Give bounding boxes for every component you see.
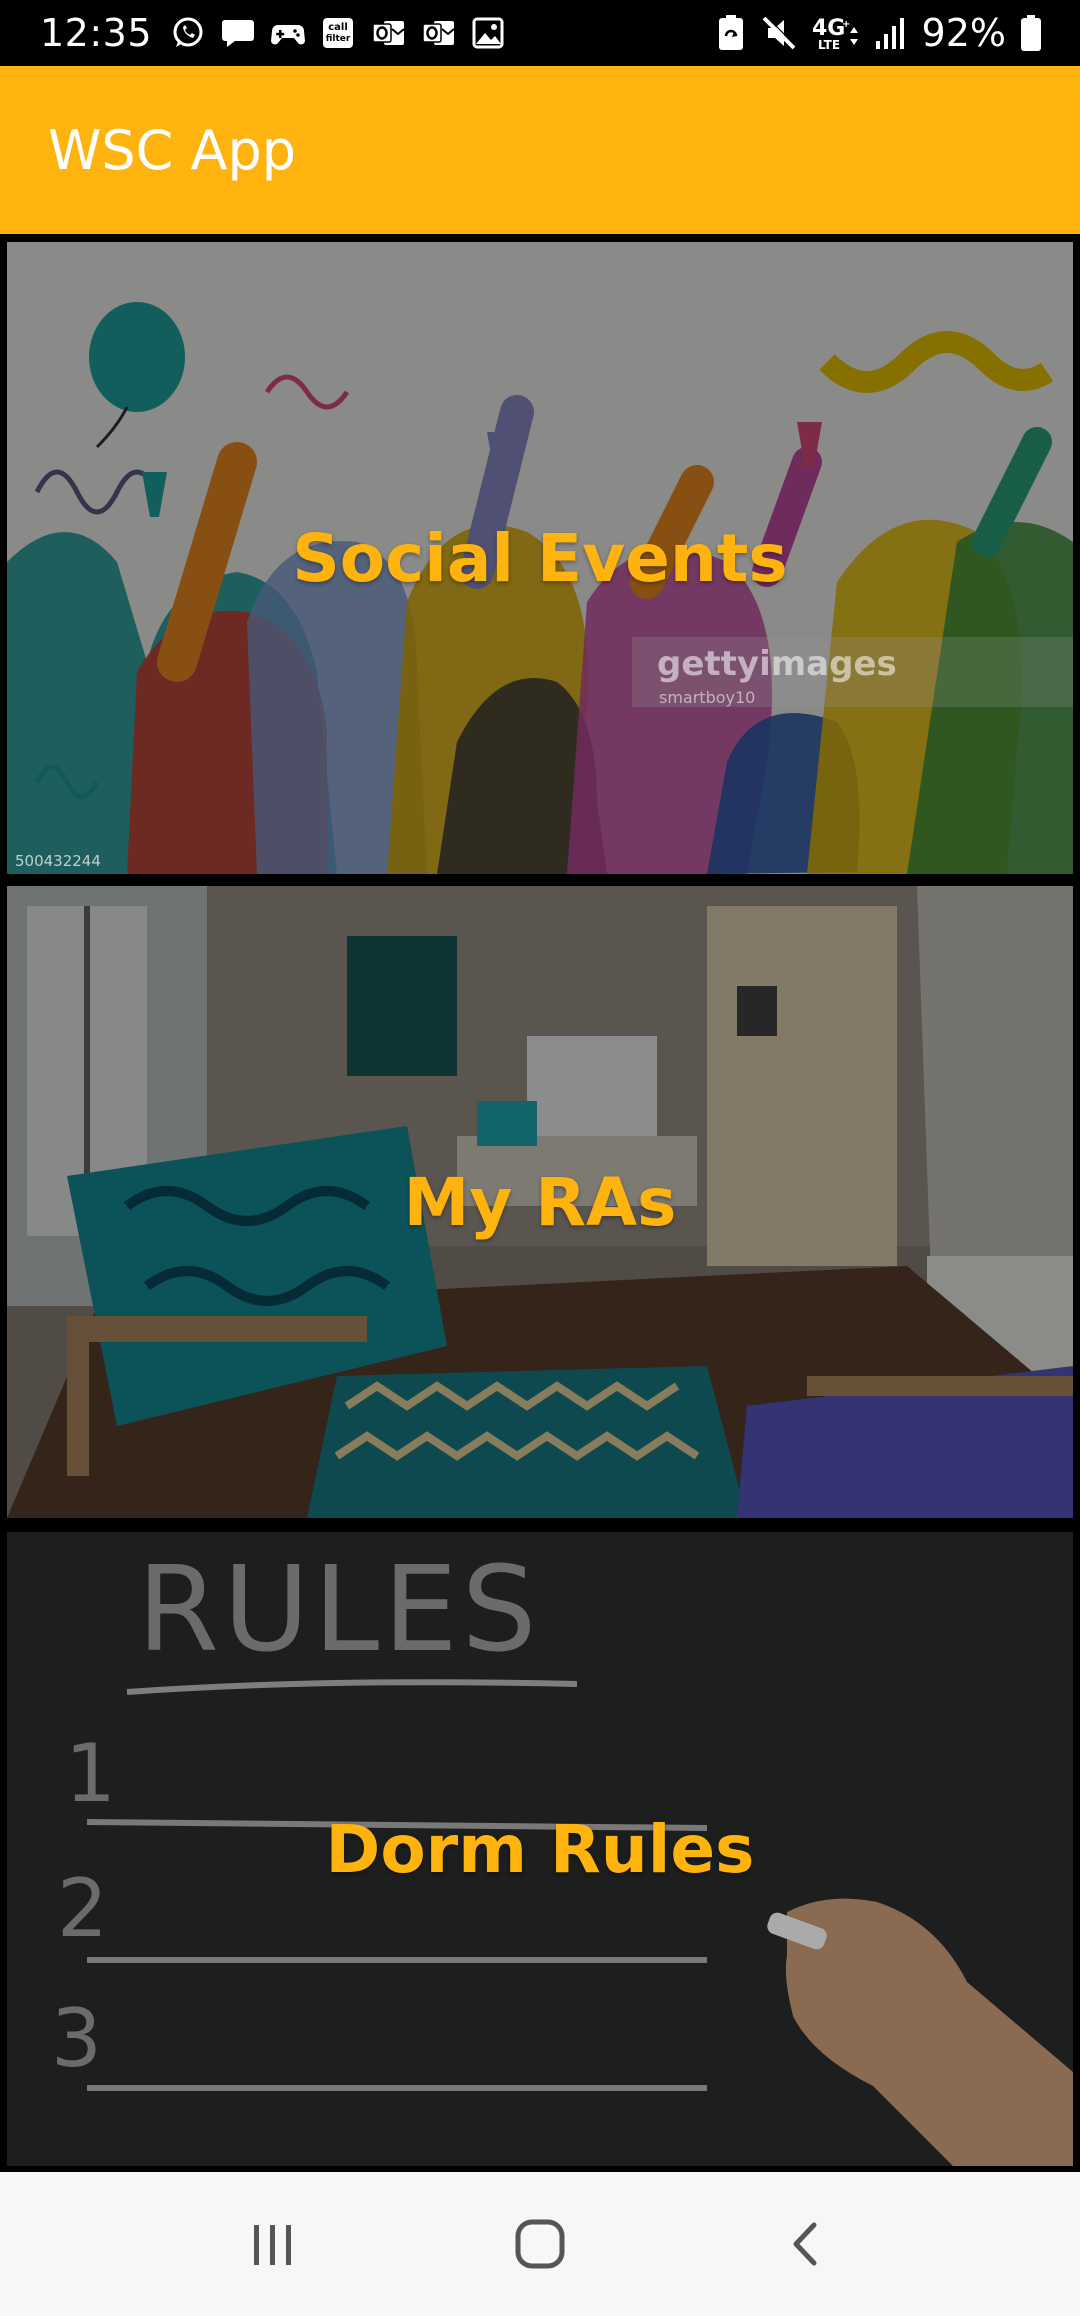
app-bar: WSC App — [0, 66, 1080, 234]
svg-text:LTE: LTE — [818, 38, 840, 52]
back-icon — [793, 2222, 817, 2266]
call-filter-icon: call filter — [323, 18, 354, 48]
app-title: WSC App — [48, 118, 297, 182]
getty-image-id: 500432244 — [15, 852, 101, 870]
message-icon — [222, 20, 255, 47]
recent-apps-button[interactable] — [228, 2199, 318, 2289]
battery-percent: 92% — [921, 11, 1006, 55]
lte-signal-icon: 4G + LTE — [812, 16, 858, 52]
svg-text:call: call — [328, 22, 348, 33]
gallery-icon — [472, 17, 504, 49]
getty-watermark: gettyimages — [657, 644, 897, 684]
social-events-label: Social Events — [292, 519, 788, 597]
getty-credit: smartboy10 — [659, 688, 756, 707]
status-time: 12:35 — [40, 11, 153, 55]
status-icons: 4G + LTE 92% — [716, 11, 1042, 55]
notification-icons: call filter — [170, 15, 506, 51]
back-button[interactable] — [762, 2199, 852, 2289]
battery-icon — [1021, 15, 1041, 51]
recent-apps-icon — [254, 2225, 292, 2265]
my-ras-label: My RAs — [403, 1163, 677, 1241]
game-controller-icon — [271, 25, 306, 45]
social-events-card[interactable]: gettyimages smartboy10 500432244 Social … — [7, 242, 1073, 874]
home-button[interactable] — [495, 2199, 585, 2289]
svg-text:+: + — [842, 19, 850, 30]
whatsapp-icon — [173, 17, 203, 47]
home-icon — [515, 2219, 565, 2269]
status-bar: 12:35 call filter 4G + LTE 92% — [0, 0, 1080, 66]
mute-icon — [762, 15, 796, 50]
my-ras-card[interactable]: My RAs — [7, 886, 1073, 1518]
dorm-rules-card[interactable]: RULES 1 2 3 Dorm Rules — [7, 1532, 1073, 2166]
outlook-icon-2 — [422, 21, 455, 45]
svg-text:filter: filter — [326, 34, 351, 44]
signal-bars-icon — [875, 18, 904, 49]
battery-saver-icon — [718, 15, 743, 50]
dorm-rules-label: Dorm Rules — [325, 1810, 755, 1888]
system-nav-bar — [0, 2172, 1080, 2316]
outlook-icon — [372, 21, 405, 45]
